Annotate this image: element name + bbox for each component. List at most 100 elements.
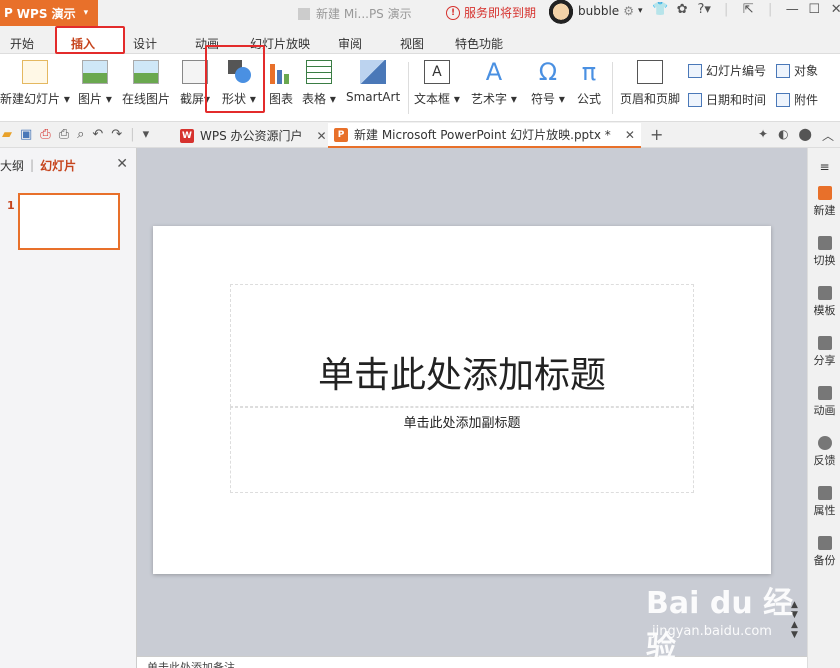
formula-button[interactable]: π 公式 <box>576 60 602 107</box>
doc-tab-wps-portal[interactable]: W WPS 办公资源门户 ✕ <box>174 123 333 148</box>
quick-access-bar: ▰ ▣ ⎙ ⎙ ⌕ ↶ ↷ | ▾ W WPS 办公资源门户 ✕ P 新建 Mi… <box>0 122 840 148</box>
app-menu-button[interactable]: P WPS 演示 ▾ <box>0 0 98 26</box>
feedback-icon[interactable]: ✿ <box>674 2 690 17</box>
slide-number-button[interactable]: 幻灯片编号 <box>688 62 766 79</box>
slide-thumbnail[interactable] <box>18 193 120 250</box>
animation-icon <box>817 386 832 400</box>
slide[interactable]: 单击此处添加标题 单击此处添加副标题 <box>153 226 771 574</box>
ribbon-insert: 新建幻灯片 ▾ 图片 ▾ 在线图片 截屏▾ 形状 ▾ 图表 表格 ▾ Smart… <box>0 54 840 122</box>
tab-outline[interactable]: 大纲 <box>0 157 24 174</box>
slide-number-icon <box>688 63 702 78</box>
document-icon <box>298 7 310 20</box>
separator: | <box>30 158 35 172</box>
restore-view-icon[interactable]: ⇱ <box>740 2 756 17</box>
wps-icon: W <box>180 128 194 143</box>
task-template-button[interactable]: 模板 <box>808 286 840 318</box>
task-pane-bar: ≡ 新建 切换 模板 分享 动画 反馈 属性 备份 <box>807 148 840 668</box>
doc-tab-presentation[interactable]: P 新建 Microsoft PowerPoint 幻灯片放映.pptx * ✕ <box>328 123 641 148</box>
folder-icon[interactable]: ▰ <box>2 127 12 142</box>
close-icon[interactable]: ✕ <box>116 156 128 172</box>
save-icon[interactable]: ▣ <box>20 127 32 142</box>
smartart-button[interactable]: SmartArt <box>346 60 400 104</box>
tab-insert[interactable]: 插入 <box>71 35 95 52</box>
slide-thumbnail-number: 1 <box>7 199 15 212</box>
undo-icon[interactable]: ↶ <box>92 127 103 142</box>
shape-button-highlight <box>205 45 265 113</box>
header-footer-button[interactable]: 页眉和页脚 <box>620 60 680 107</box>
object-icon <box>776 63 790 78</box>
calendar-icon <box>688 92 702 107</box>
presentation-icon: P <box>334 127 348 142</box>
date-time-button[interactable]: 日期和时间 <box>688 91 766 108</box>
tab-home[interactable]: 开始 <box>10 35 34 52</box>
wordart-button[interactable]: A 艺术字 ▾ <box>471 60 517 107</box>
title-bar: P WPS 演示 ▾ 新建 Mi...PS 演示 ! 服务即将到期 bubble… <box>0 0 840 26</box>
avatar[interactable] <box>547 0 575 26</box>
skin-icon[interactable]: 👕 <box>652 2 668 17</box>
task-backup-button[interactable]: 备份 <box>808 536 840 568</box>
cloud-icon[interactable]: ◐ <box>778 127 788 144</box>
pi-icon: π <box>581 58 597 86</box>
title-placeholder[interactable]: 单击此处添加标题 <box>230 284 694 407</box>
maximize-button[interactable]: ☐ <box>806 2 822 17</box>
tab-slides[interactable]: 幻灯片 <box>40 157 76 174</box>
menu-tabs: 开始 插入 设计 动画 幻灯片放映 审阅 视图 特色功能 <box>0 26 840 54</box>
chart-button[interactable]: 图表 <box>268 60 294 107</box>
tab-review[interactable]: 审阅 <box>338 35 362 52</box>
task-properties-button[interactable]: 属性 <box>808 486 840 518</box>
close-icon[interactable]: ✕ <box>317 129 327 143</box>
online-picture-button[interactable]: 在线图片 <box>122 60 170 107</box>
tab-features[interactable]: 特色功能 <box>455 35 503 52</box>
tab-design[interactable]: 设计 <box>133 35 157 52</box>
preview-icon[interactable]: ⌕ <box>77 127 84 142</box>
new-slide-button[interactable]: 新建幻灯片 ▾ <box>0 60 70 107</box>
close-icon[interactable]: ✕ <box>625 128 635 142</box>
chart-icon <box>268 60 294 84</box>
pin-icon[interactable]: ✦ <box>758 127 768 144</box>
task-new-button[interactable]: 新建 <box>808 186 840 218</box>
new-document-icon <box>817 186 832 200</box>
subtitle-placeholder[interactable]: 单击此处添加副标题 <box>230 407 694 493</box>
online-picture-icon <box>133 60 159 84</box>
close-button[interactable]: ✕ <box>828 2 840 17</box>
redo-icon[interactable]: ↷ <box>111 127 122 142</box>
table-icon <box>305 60 332 84</box>
tab-view[interactable]: 视图 <box>400 35 424 52</box>
task-share-button[interactable]: 分享 <box>808 336 840 368</box>
separator <box>408 62 409 114</box>
table-button[interactable]: 表格 ▾ <box>302 60 336 107</box>
chevron-down-icon[interactable]: ▾ <box>143 127 150 142</box>
object-button[interactable]: 对象 <box>776 62 818 79</box>
task-transition-button[interactable]: 切换 <box>808 236 840 268</box>
textbox-button[interactable]: A 文本框 ▾ <box>414 60 460 107</box>
template-icon <box>817 286 832 300</box>
textbox-icon: A <box>423 60 450 84</box>
symbol-button[interactable]: Ω 符号 ▾ <box>531 60 565 107</box>
smartart-icon <box>360 60 387 84</box>
task-animation-button[interactable]: 动画 <box>808 386 840 418</box>
share-icon[interactable]: ⬤ <box>799 127 812 144</box>
backup-icon <box>817 536 832 550</box>
new-tab-button[interactable]: + <box>650 125 663 144</box>
chevron-up-icon[interactable]: ︿ <box>822 127 834 144</box>
alert-icon: ! <box>446 5 460 20</box>
title-placeholder-text: 单击此处添加标题 <box>317 355 606 396</box>
task-feedback-button[interactable]: 反馈 <box>808 436 840 468</box>
help-icon[interactable]: ?▾ <box>696 2 712 17</box>
quickbar-right-icons: ✦ ◐ ⬤ ︿ <box>758 127 834 144</box>
properties-icon <box>817 486 832 500</box>
settings-icon: ⚙ <box>623 4 634 18</box>
menu-icon: ≡ <box>819 160 830 174</box>
user-menu[interactable]: bubble ⚙ ▾ <box>578 4 642 18</box>
minimize-button[interactable]: — <box>784 2 800 17</box>
attachment-button[interactable]: 附件 <box>776 91 818 108</box>
share-users-icon <box>817 336 832 350</box>
picture-button[interactable]: 图片 ▾ <box>78 60 112 107</box>
pdf-icon[interactable]: ⎙ <box>40 127 50 142</box>
quick-access-icons: ▰ ▣ ⎙ ⎙ ⌕ ↶ ↷ | ▾ <box>2 127 149 142</box>
service-expiry-notice[interactable]: ! 服务即将到期 <box>446 4 536 21</box>
wps-logo-icon: P <box>4 6 13 20</box>
task-pane-menu[interactable]: ≡ <box>808 160 840 174</box>
print-icon[interactable]: ⎙ <box>59 127 69 142</box>
omega-icon: Ω <box>538 58 558 86</box>
